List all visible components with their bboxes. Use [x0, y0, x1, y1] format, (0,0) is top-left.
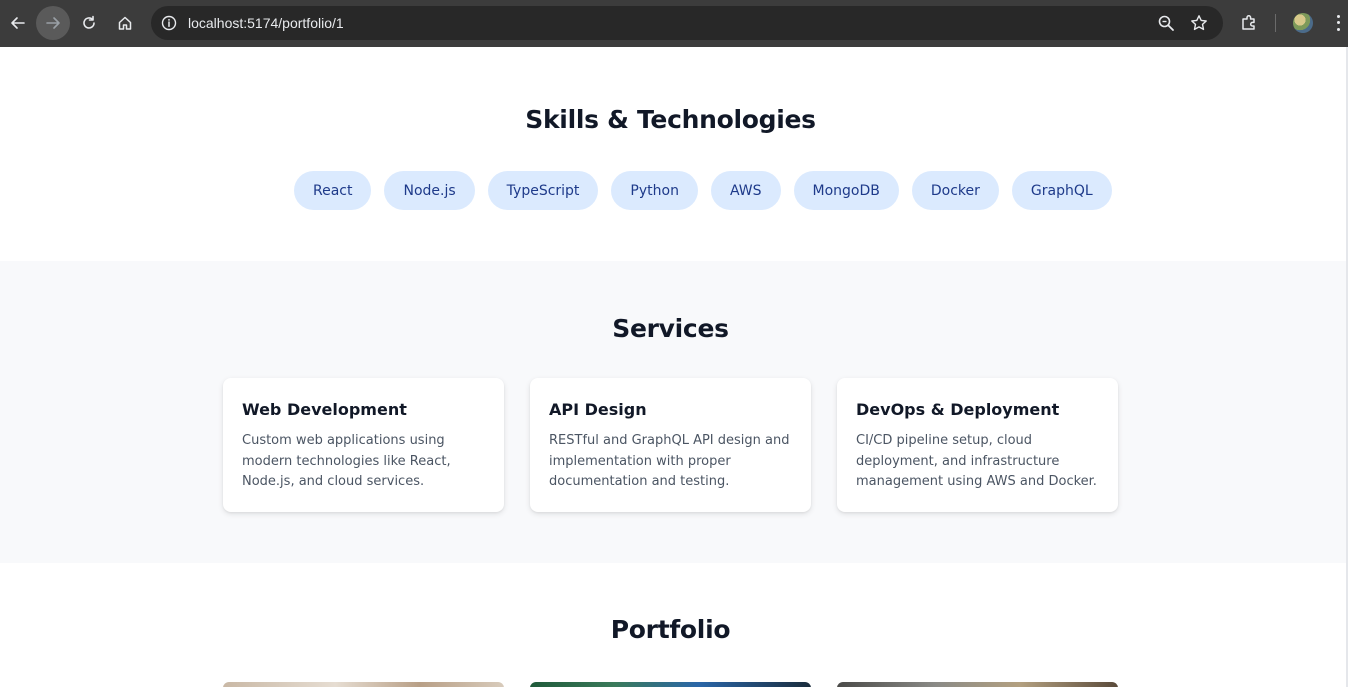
- portfolio-thumbnail[interactable]: [223, 682, 504, 687]
- skill-tag: React: [294, 171, 372, 210]
- home-icon: [118, 16, 132, 30]
- service-card-title: DevOps & Deployment: [856, 400, 1060, 419]
- toolbar-divider: [1275, 14, 1276, 32]
- services-title: Services: [612, 314, 729, 343]
- service-card-description: Custom web applications using modern tec…: [242, 433, 451, 489]
- service-card-description: CI/CD pipeline setup, cloud deployment, …: [856, 433, 1097, 489]
- service-card: API Design RESTful and GraphQL API desig…: [530, 378, 811, 512]
- forward-button[interactable]: [36, 6, 70, 40]
- arrow-left-icon: [11, 17, 25, 29]
- profile-avatar[interactable]: [1293, 13, 1313, 33]
- bookmark-star-icon[interactable]: [1190, 14, 1208, 32]
- skill-tag: Node.js: [384, 171, 475, 210]
- reload-button[interactable]: [73, 8, 105, 38]
- reload-icon: [83, 15, 95, 29]
- zoom-icon[interactable]: [1157, 14, 1175, 32]
- skill-tag: MongoDB: [793, 171, 899, 210]
- extensions-icon[interactable]: [1239, 13, 1259, 33]
- arrow-right-icon: [46, 17, 60, 29]
- service-card-title: Web Development: [242, 400, 407, 419]
- page-viewport: Skills & Technologies React Node.js Type…: [0, 47, 1348, 687]
- back-button[interactable]: [2, 8, 34, 38]
- skills-title: Skills & Technologies: [525, 105, 816, 134]
- skill-tag: AWS: [710, 171, 781, 210]
- home-button[interactable]: [109, 8, 141, 38]
- portfolio-thumbnail[interactable]: [837, 682, 1118, 687]
- services-section: Services Web Development Custom web appl…: [0, 261, 1348, 563]
- service-card: Web Development Custom web applications …: [223, 378, 504, 512]
- service-card-list: Web Development Custom web applications …: [223, 378, 1118, 512]
- skill-tag: Docker: [911, 171, 999, 210]
- portfolio-title: Portfolio: [610, 615, 731, 644]
- url-text[interactable]: localhost:5174/portfolio/1: [188, 15, 344, 31]
- address-bar[interactable]: localhost:5174/portfolio/1: [151, 6, 1223, 40]
- skill-tag: GraphQL: [1011, 171, 1112, 210]
- portfolio-grid: [223, 682, 1118, 687]
- skill-tag: TypeScript: [487, 171, 599, 210]
- skills-section: Skills & Technologies React Node.js Type…: [0, 47, 1348, 261]
- menu-kebab-icon[interactable]: [1331, 13, 1345, 33]
- skill-tag: Python: [611, 171, 698, 210]
- service-card: DevOps & Deployment CI/CD pipeline setup…: [837, 378, 1118, 512]
- service-card-title: API Design: [549, 400, 647, 419]
- site-info-icon[interactable]: [160, 14, 178, 32]
- portfolio-thumbnail[interactable]: [530, 682, 811, 687]
- skills-tag-list: React Node.js TypeScript Python AWS Mong…: [294, 171, 1112, 210]
- portfolio-section: Portfolio: [0, 563, 1348, 687]
- service-card-description: RESTful and GraphQL API design and imple…: [549, 433, 790, 489]
- browser-toolbar: localhost:5174/portfolio/1: [0, 0, 1348, 47]
